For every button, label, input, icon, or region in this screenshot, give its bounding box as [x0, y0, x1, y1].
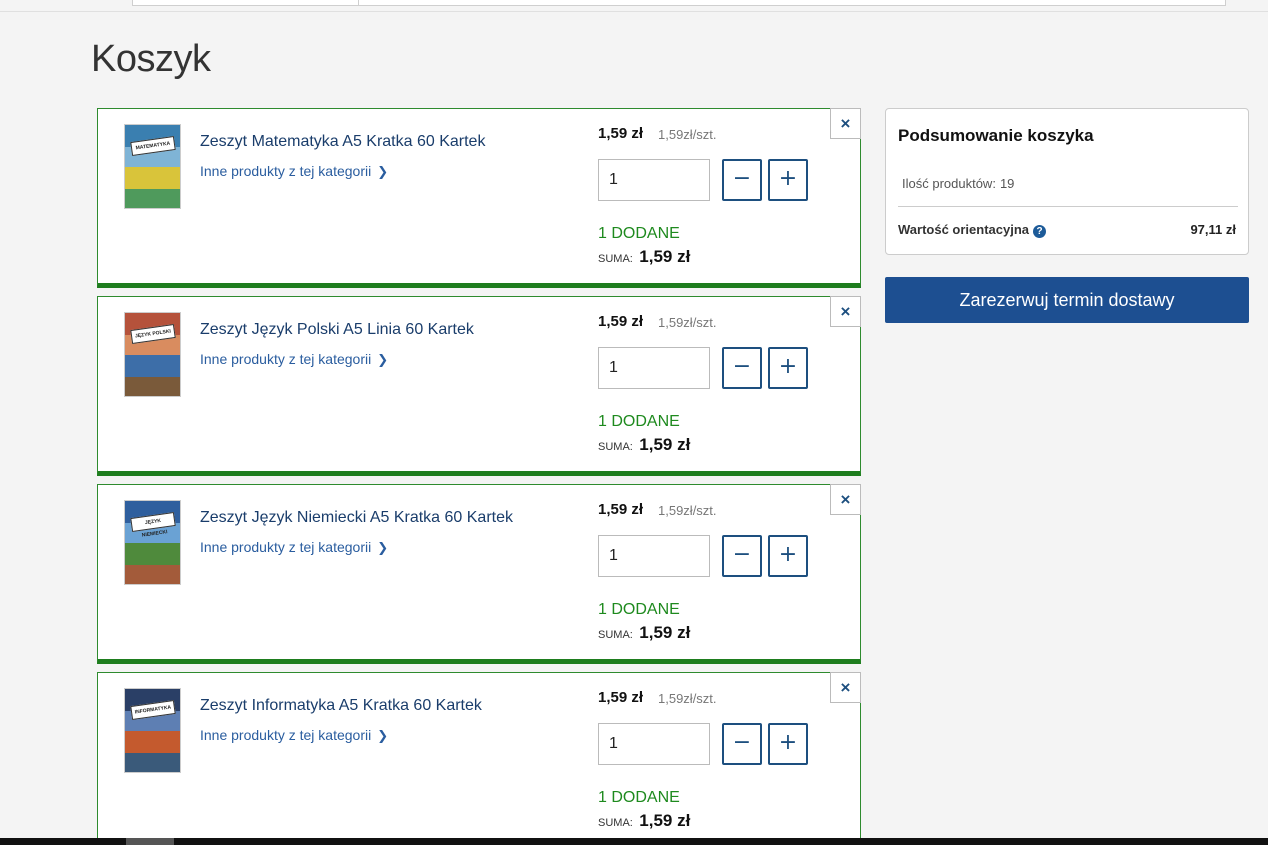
estimated-value-text: Wartość orientacyjna [898, 222, 1030, 237]
top-bar [0, 0, 1268, 12]
remove-item-button[interactable]: × [830, 484, 861, 515]
unit-price: 1,59zł/szt. [658, 315, 717, 330]
increase-quantity-button[interactable]: + [768, 159, 808, 201]
item-sum: SUMA: 1,59 zł [598, 247, 690, 267]
taskbar [0, 838, 1268, 845]
product-price: 1,59 zł [598, 689, 644, 706]
item-sum: SUMA: 1,59 zł [598, 811, 690, 831]
taskbar-item[interactable] [126, 838, 174, 845]
cart-item: INFORMATYKA Zeszyt Informatyka A5 Kratka… [97, 672, 861, 845]
product-thumbnail[interactable]: JĘZYK POLSKI [124, 312, 181, 397]
other-products-link[interactable]: Inne produkty z tej kategorii ❯ [200, 727, 388, 744]
added-status: 1 DODANE [598, 225, 680, 242]
decrease-quantity-button[interactable]: − [722, 347, 762, 389]
quantity-input[interactable] [598, 159, 710, 201]
quantity-input[interactable] [598, 347, 710, 389]
decrease-quantity-button[interactable]: − [722, 535, 762, 577]
product-count-label: Ilość produktów: [902, 176, 996, 191]
reserve-delivery-button[interactable]: Zarezerwuj termin dostawy [885, 277, 1249, 323]
cart-item: JĘZYK POLSKI Zeszyt Język Polski A5 Lini… [97, 296, 861, 476]
remove-item-button[interactable]: × [830, 672, 861, 703]
thumbnail-band [125, 753, 180, 772]
sum-label: SUMA: [598, 441, 633, 453]
unit-price: 1,59zł/szt. [658, 503, 717, 518]
summary-divider [898, 206, 1238, 207]
increase-quantity-button[interactable]: + [768, 723, 808, 765]
thumbnail-band [125, 189, 180, 208]
sum-value: 1,59 zł [639, 623, 691, 642]
other-products-link-text: Inne produkty z tej kategorii [200, 539, 372, 555]
search-bar-divider [358, 0, 359, 5]
product-thumbnail[interactable]: INFORMATYKA [124, 688, 181, 773]
item-sum: SUMA: 1,59 zł [598, 435, 690, 455]
product-thumbnail[interactable]: MATEMATYKA [124, 124, 181, 209]
chevron-right-icon: ❯ [377, 164, 389, 179]
unit-price: 1,59zł/szt. [658, 127, 717, 142]
other-products-link-text: Inne produkty z tej kategorii [200, 727, 372, 743]
help-icon[interactable]: ? [1033, 225, 1047, 238]
thumbnail-band [125, 565, 180, 584]
other-products-link-text: Inne produkty z tej kategorii [200, 351, 372, 367]
cart-item: JĘZYK NIEMIECKI Zeszyt Język Niemiecki A… [97, 484, 861, 664]
product-count: Ilość produktów: 19 [898, 176, 1014, 191]
thumbnail-band [125, 731, 180, 753]
sum-label: SUMA: [598, 629, 633, 641]
unit-price: 1,59zł/szt. [658, 691, 717, 706]
remove-item-button[interactable]: × [830, 108, 861, 139]
summary-title: Podsumowanie koszyka [898, 126, 1094, 145]
decrease-quantity-button[interactable]: − [722, 723, 762, 765]
thumbnail-band [125, 355, 180, 377]
product-name[interactable]: Zeszyt Język Niemiecki A5 Kratka 60 Kart… [200, 509, 513, 527]
item-sum: SUMA: 1,59 zł [598, 623, 690, 643]
sum-label: SUMA: [598, 253, 633, 265]
product-price: 1,59 zł [598, 125, 644, 142]
estimated-value: 97,11 zł [1190, 222, 1236, 237]
chevron-right-icon: ❯ [377, 728, 389, 743]
increase-quantity-button[interactable]: + [768, 535, 808, 577]
cart-item: MATEMATYKA Zeszyt Matematyka A5 Kratka 6… [97, 108, 861, 288]
other-products-link[interactable]: Inne produkty z tej kategorii ❯ [200, 539, 388, 556]
other-products-link[interactable]: Inne produkty z tej kategorii ❯ [200, 351, 388, 368]
chevron-right-icon: ❯ [377, 352, 389, 367]
decrease-quantity-button[interactable]: − [722, 159, 762, 201]
quantity-input[interactable] [598, 535, 710, 577]
increase-quantity-button[interactable]: + [768, 347, 808, 389]
chevron-right-icon: ❯ [377, 540, 389, 555]
added-status: 1 DODANE [598, 789, 680, 806]
added-status: 1 DODANE [598, 601, 680, 618]
page-title: Koszyk [91, 38, 211, 80]
other-products-link-text: Inne produkty z tej kategorii [200, 163, 372, 179]
thumbnail-band [125, 377, 180, 396]
product-name[interactable]: Zeszyt Język Polski A5 Linia 60 Kartek [200, 321, 474, 339]
thumbnail-band [125, 543, 180, 565]
search-bar[interactable] [132, 0, 1226, 6]
product-price: 1,59 zł [598, 313, 644, 330]
added-status: 1 DODANE [598, 413, 680, 430]
sum-label: SUMA: [598, 817, 633, 829]
product-name[interactable]: Zeszyt Informatyka A5 Kratka 60 Kartek [200, 697, 482, 715]
other-products-link[interactable]: Inne produkty z tej kategorii ❯ [200, 163, 388, 180]
remove-item-button[interactable]: × [830, 296, 861, 327]
sum-value: 1,59 zł [639, 811, 691, 830]
quantity-input[interactable] [598, 723, 710, 765]
product-thumbnail[interactable]: JĘZYK NIEMIECKI [124, 500, 181, 585]
estimated-value-label: Wartość orientacyjna? [898, 222, 1047, 238]
sum-value: 1,59 zł [639, 247, 691, 266]
product-count-value: 19 [999, 176, 1015, 191]
cart-summary: Podsumowanie koszyka Ilość produktów: 19 … [885, 108, 1249, 255]
thumbnail-band [125, 167, 180, 189]
product-name[interactable]: Zeszyt Matematyka A5 Kratka 60 Kartek [200, 133, 485, 151]
product-price: 1,59 zł [598, 501, 644, 518]
sum-value: 1,59 zł [639, 435, 691, 454]
